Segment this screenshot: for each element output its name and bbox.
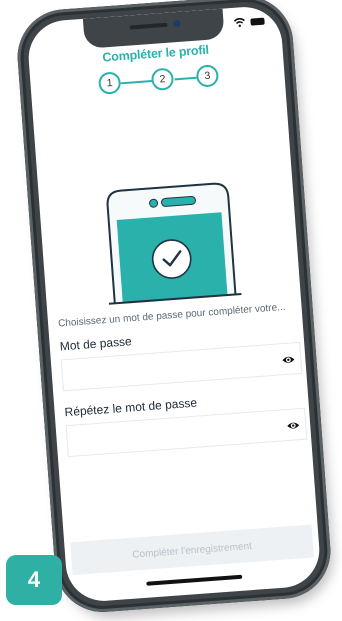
step-1[interactable]: 1	[97, 71, 122, 95]
step-3[interactable]: 3	[195, 64, 220, 88]
step-connector	[174, 76, 197, 81]
repeat-password-label: Répétez le mot de passe	[64, 395, 198, 420]
password-label: Mot de passe	[59, 334, 133, 354]
instruction-text: Choisissez un mot de passe pour compléte…	[57, 301, 286, 330]
phone-frame: Compléter le profil 1 2 3 Choisissez un …	[14, 0, 334, 616]
phone-checkmark-illustration	[106, 182, 242, 305]
battery-icon	[250, 17, 265, 26]
step-connector	[120, 79, 154, 85]
step-2[interactable]: 2	[150, 67, 175, 92]
step-number-badge: 4	[6, 555, 62, 605]
wifi-icon	[233, 18, 245, 28]
eye-icon[interactable]	[286, 418, 301, 433]
status-bar	[233, 16, 265, 28]
complete-registration-button[interactable]: Compléter l'enregistrement	[70, 524, 314, 576]
password-input[interactable]	[61, 345, 263, 393]
front-camera-icon	[173, 19, 181, 28]
home-indicator	[146, 574, 243, 586]
repeat-password-input[interactable]	[66, 411, 267, 459]
eye-icon[interactable]	[281, 352, 296, 367]
phone-mockup: Compléter le profil 1 2 3 Choisissez un …	[14, 0, 337, 621]
progress-stepper: 1 2 3	[97, 61, 220, 100]
speaker-grille	[129, 22, 168, 30]
phone-screen: Compléter le profil 1 2 3 Choisissez un …	[26, 4, 322, 604]
